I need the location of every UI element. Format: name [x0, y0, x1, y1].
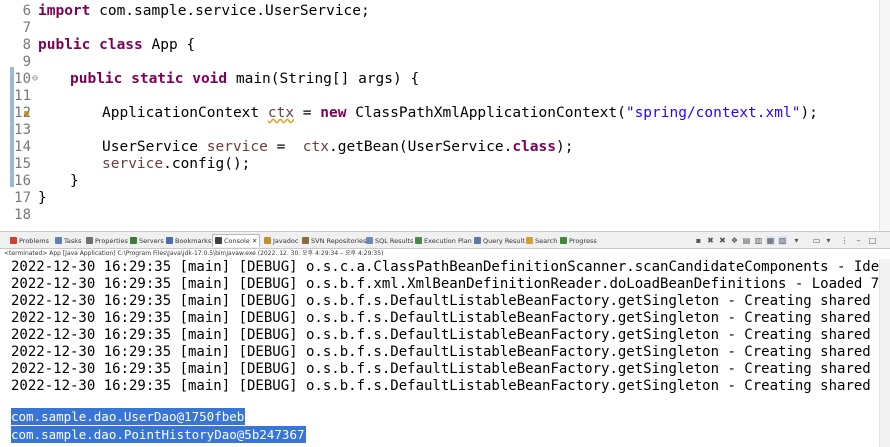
selected-output-line[interactable]: com.sample.dao.UserDao@1750fbeb	[11, 408, 246, 425]
tab-search[interactable]: Search	[526, 235, 557, 247]
code-text[interactable]: public static void main(String[] args) {	[70, 71, 419, 88]
selected-output-line[interactable]: com.sample.dao.PointHistoryDao@5b247367	[11, 426, 306, 443]
tab-console[interactable]: Console ✕	[212, 234, 261, 247]
code-text[interactable]: service.config();	[102, 156, 250, 173]
code-line-18[interactable]: 18	[0, 207, 890, 224]
view-menu-icon[interactable]: ⋮	[840, 236, 849, 245]
progress-icon	[560, 237, 567, 244]
bookmarks-icon	[166, 237, 173, 244]
code-text[interactable]: ApplicationContext ctx = new ClassPathXm…	[102, 105, 818, 122]
tab-problems[interactable]: Problems	[10, 235, 49, 247]
console-log-line[interactable]: 2022-12-30 16:29:35 [main] [DEBUG] o.s.c…	[11, 259, 890, 276]
tab-progress[interactable]: Progress	[560, 235, 597, 247]
console-log-line[interactable]: 2022-12-30 16:29:35 [main] [DEBUG] o.s.b…	[11, 344, 890, 361]
console-icon	[215, 237, 222, 244]
line-number: 18	[14, 207, 31, 223]
code-line-16[interactable]: 16 }	[0, 173, 890, 190]
code-line-17[interactable]: 17 }	[0, 190, 890, 207]
console-output[interactable]: <terminated> App [Java Application] C:\P…	[0, 249, 890, 447]
show-console-icon[interactable]: ▾	[792, 236, 801, 245]
console-log-line[interactable]: 2022-12-30 16:29:35 [main] [DEBUG] o.s.b…	[11, 276, 890, 293]
word-wrap-icon[interactable]: ▦	[766, 236, 775, 245]
code-line-11[interactable]: 11	[0, 88, 890, 105]
execution-plan-icon	[415, 237, 422, 244]
close-tab-icon[interactable]: ✕	[252, 237, 257, 245]
overview-ruler[interactable]	[879, 0, 890, 231]
copy-icon[interactable]: ▤	[742, 236, 751, 245]
code-line-15[interactable]: 15 service.config();	[0, 156, 890, 173]
fold-collapse-icon[interactable]: ⊖	[32, 74, 38, 84]
tab-execution-plan[interactable]: Execution Plan	[415, 235, 472, 247]
line-number: 13	[14, 122, 31, 138]
maximize-icon[interactable]: □	[868, 236, 877, 245]
code-text[interactable]: import com.sample.service.UserService;	[38, 3, 370, 20]
line-number: 7	[22, 20, 31, 36]
console-status: <terminated> App [Java Application] C:\P…	[4, 250, 384, 257]
tab-sql-results[interactable]: SQL Results	[366, 235, 413, 247]
svn-icon	[302, 237, 309, 244]
tab-javadoc[interactable]: Javadoc	[264, 235, 298, 247]
line-number: 9	[22, 54, 31, 70]
search-icon	[526, 237, 533, 244]
javadoc-icon	[264, 237, 271, 244]
tab-bookmarks[interactable]: Bookmarks	[166, 235, 211, 247]
remove-launch-icon[interactable]: ✖	[718, 236, 727, 245]
code-text[interactable]: public class App {	[38, 37, 195, 54]
servers-icon	[130, 237, 137, 244]
console-log-line[interactable]: 2022-12-30 16:29:35 [main] [DEBUG] o.s.b…	[11, 361, 890, 378]
sql-results-icon	[366, 237, 373, 244]
remove-all-icon[interactable]: ❖	[730, 236, 739, 245]
console-log-line[interactable]: 2022-12-30 16:29:35 [main] [DEBUG] o.s.b…	[11, 310, 890, 327]
line-number: 15	[14, 156, 31, 172]
console-log-line[interactable]: 2022-12-30 16:29:35 [main] [DEBUG] o.s.b…	[11, 378, 890, 395]
code-line-7[interactable]: 7	[0, 20, 890, 37]
properties-icon	[86, 237, 93, 244]
open-console-icon[interactable]: ▾	[824, 236, 833, 245]
tab-tasks[interactable]: Tasks	[55, 235, 81, 247]
line-number: 11	[14, 88, 31, 104]
code-text[interactable]: }	[70, 173, 79, 190]
tab-query-result[interactable]: Query Result	[474, 235, 525, 247]
view-tab-bar: Problems Tasks Properties Servers Bookma…	[0, 231, 890, 249]
problems-icon	[10, 237, 17, 244]
code-text[interactable]: }	[38, 190, 47, 207]
scroll-lock-icon[interactable]: ▥	[754, 236, 763, 245]
line-number: 17	[14, 190, 31, 206]
pin-console-icon[interactable]: ▧	[778, 236, 787, 245]
code-editor[interactable]: 6 import com.sample.service.UserService;…	[0, 0, 890, 231]
line-number: 8	[22, 37, 31, 53]
console-log-line[interactable]: 2022-12-30 16:29:35 [main] [DEBUG] o.s.b…	[11, 327, 890, 344]
line-number: 10	[14, 71, 31, 87]
display-selected-console-icon[interactable]: ▭	[812, 236, 821, 245]
tab-svn-repositories[interactable]: SVN Repositories	[302, 235, 366, 247]
line-number: 14	[14, 139, 31, 155]
line-number: 16	[14, 173, 31, 189]
console-scrollbar[interactable]	[879, 259, 890, 447]
console-log-line[interactable]: 2022-12-30 16:29:35 [main] [DEBUG] o.s.b…	[11, 293, 890, 310]
line-number: 6	[22, 3, 31, 19]
code-line-8[interactable]: 8 public class App {	[0, 37, 890, 54]
tab-properties[interactable]: Properties	[86, 235, 128, 247]
code-line-12[interactable]: 12 ApplicationContext ctx = new ClassPat…	[0, 105, 890, 122]
terminate-icon[interactable]: ✖	[706, 236, 715, 245]
clear-console-icon[interactable]: ▪	[694, 236, 703, 245]
code-line-6[interactable]: 6 import com.sample.service.UserService;	[0, 3, 890, 20]
code-line-9[interactable]: 9	[0, 54, 890, 71]
tab-servers[interactable]: Servers	[130, 235, 164, 247]
minimize-icon[interactable]: –	[854, 236, 863, 245]
code-text[interactable]: UserService service = ctx.getBean(UserSe…	[102, 139, 573, 156]
code-line-10[interactable]: 10 ⊖ public static void main(String[] ar…	[0, 71, 890, 88]
code-line-13[interactable]: 13	[0, 122, 890, 139]
code-line-14[interactable]: 14 UserService service = ctx.getBean(Use…	[0, 139, 890, 156]
line-number: 12	[14, 105, 31, 121]
query-result-icon	[474, 237, 481, 244]
tasks-icon	[55, 237, 62, 244]
